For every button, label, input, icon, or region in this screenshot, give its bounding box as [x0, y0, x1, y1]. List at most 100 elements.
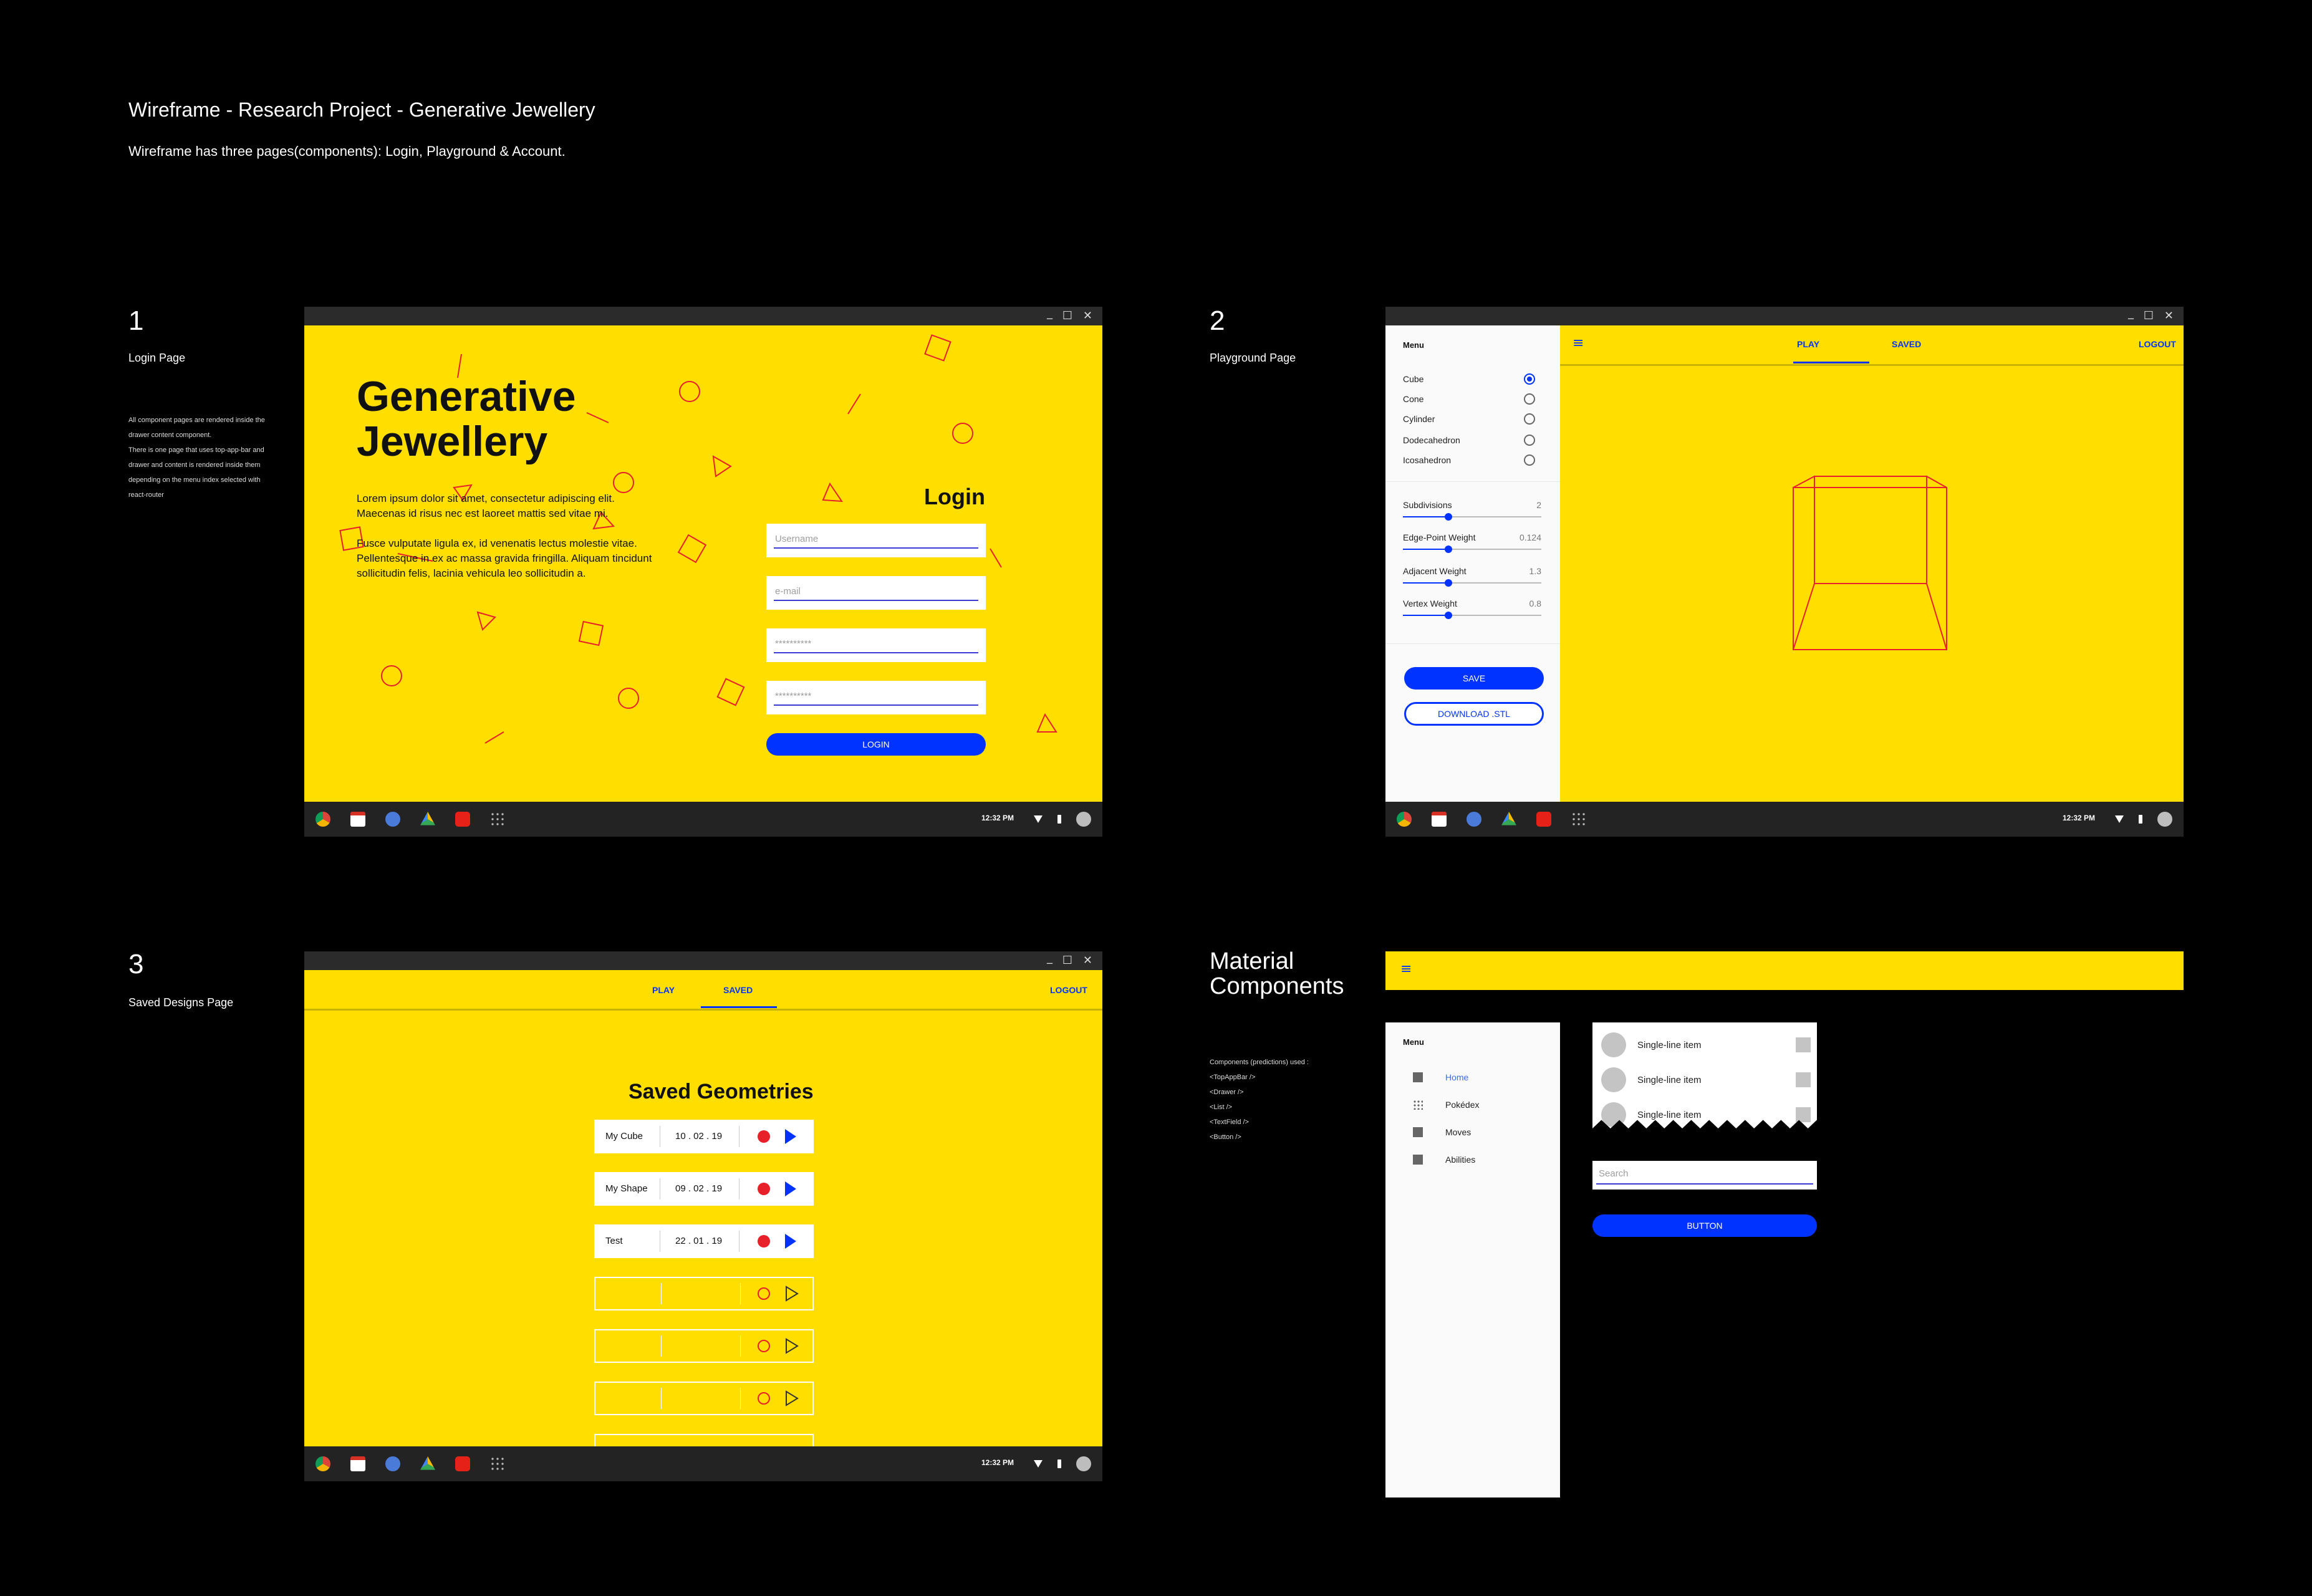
gmail-icon[interactable] — [1432, 812, 1447, 827]
play-icon[interactable] — [785, 1129, 796, 1144]
drawer-item-pokedex[interactable]: Pokédex — [1385, 1092, 1560, 1117]
slider-knob[interactable] — [1445, 546, 1453, 553]
empty-row[interactable] — [594, 1329, 814, 1363]
password-field[interactable]: ********** — [766, 628, 986, 662]
list-item[interactable]: Single-line item — [1592, 1065, 1817, 1095]
list-item[interactable]: Single-line item — [1592, 1100, 1817, 1128]
record-outline-icon[interactable] — [758, 1340, 770, 1352]
list-item-label: Single-line item — [1637, 1110, 1702, 1120]
email-field[interactable]: e-mail — [766, 576, 986, 610]
slider-knob[interactable] — [1445, 579, 1453, 587]
logout-link[interactable]: LOGOUT — [1050, 985, 1087, 995]
search-app-icon[interactable] — [1467, 812, 1481, 827]
drive-icon[interactable] — [420, 1456, 435, 1470]
radio[interactable] — [1524, 413, 1535, 425]
search-field[interactable]: Search — [1592, 1161, 1817, 1190]
slider-track[interactable] — [1403, 546, 1541, 553]
slider-knob[interactable] — [1445, 612, 1453, 619]
drawer-item-moves[interactable]: Moves — [1385, 1120, 1560, 1145]
search-app-icon[interactable] — [385, 812, 400, 827]
tab-play[interactable]: PLAY — [652, 985, 675, 995]
password-confirm-field[interactable]: ********** — [766, 681, 986, 714]
slider-track[interactable] — [1403, 612, 1541, 619]
tab-play[interactable]: PLAY — [1797, 339, 1819, 349]
shape-item-icosahedron[interactable]: Icosahedron — [1385, 450, 1560, 470]
close-icon[interactable]: ✕ — [2164, 308, 2174, 324]
minimize-icon[interactable]: _ — [2128, 307, 2134, 322]
username-field[interactable]: Username — [766, 524, 986, 557]
close-icon[interactable]: ✕ — [1083, 953, 1092, 969]
record-icon[interactable] — [758, 1130, 770, 1143]
avatar[interactable] — [1076, 1456, 1091, 1471]
maximize-icon[interactable]: ☐ — [1062, 953, 1072, 969]
shape-item-cylinder[interactable]: Cylinder — [1385, 409, 1560, 429]
app-launcher-icon[interactable] — [490, 812, 505, 827]
shape-item-cone[interactable]: Cone — [1385, 389, 1560, 409]
hero-title-line: Generative — [357, 373, 576, 420]
drive-icon[interactable] — [420, 812, 435, 825]
chrome-icon[interactable] — [315, 1456, 330, 1471]
material-button[interactable]: BUTTON — [1592, 1214, 1817, 1237]
tab-saved[interactable]: SAVED — [723, 985, 753, 995]
wifi-icon[interactable] — [1034, 815, 1043, 823]
youtube-icon[interactable] — [455, 1456, 470, 1471]
app-launcher-icon[interactable] — [490, 1456, 505, 1471]
saved-row[interactable]: Test 22 . 01 . 19 — [594, 1224, 814, 1258]
empty-row[interactable] — [594, 1382, 814, 1415]
battery-icon[interactable] — [2139, 815, 2142, 824]
youtube-icon[interactable] — [1536, 812, 1551, 827]
gmail-icon[interactable] — [350, 1456, 365, 1471]
wifi-icon[interactable] — [2115, 815, 2124, 823]
checkbox-icon[interactable] — [1796, 1072, 1811, 1087]
saved-row[interactable]: My Cube 10 . 02 . 19 — [594, 1120, 814, 1153]
avatar[interactable] — [2157, 812, 2172, 827]
shape-item-dodecahedron[interactable]: Dodecahedron — [1385, 430, 1560, 450]
menu-icon[interactable]: ≡ — [1573, 335, 1584, 351]
avatar[interactable] — [1076, 812, 1091, 827]
download-stl-button[interactable]: DOWNLOAD .STL — [1404, 702, 1544, 726]
slider-track[interactable] — [1403, 579, 1541, 587]
app-launcher-icon[interactable] — [1571, 812, 1586, 827]
list-item[interactable]: Single-line item — [1592, 1030, 1817, 1060]
drawer-item-home[interactable]: Home — [1385, 1065, 1560, 1090]
menu-icon[interactable]: ≡ — [1400, 961, 1412, 977]
play-icon[interactable] — [785, 1181, 796, 1196]
record-outline-icon[interactable] — [758, 1287, 770, 1300]
play-outline-icon[interactable] — [785, 1286, 799, 1302]
play-outline-icon[interactable] — [785, 1338, 799, 1354]
slider-track[interactable] — [1403, 513, 1541, 521]
material-label-line: Material — [1210, 948, 1294, 974]
radio-selected[interactable] — [1524, 373, 1535, 385]
radio[interactable] — [1524, 454, 1535, 466]
minimize-icon[interactable]: _ — [1047, 951, 1052, 966]
record-icon[interactable] — [758, 1183, 770, 1195]
search-app-icon[interactable] — [385, 1456, 400, 1471]
play-outline-icon[interactable] — [785, 1390, 799, 1406]
youtube-icon[interactable] — [455, 812, 470, 827]
battery-icon[interactable] — [1057, 1459, 1061, 1468]
saved-row[interactable]: My Shape 09 . 02 . 19 — [594, 1172, 814, 1206]
slider-knob[interactable] — [1445, 513, 1453, 521]
drive-icon[interactable] — [1501, 812, 1516, 825]
chrome-icon[interactable] — [315, 812, 330, 827]
checkbox-icon[interactable] — [1796, 1107, 1811, 1122]
radio[interactable] — [1524, 393, 1535, 405]
login-button[interactable]: LOGIN — [766, 733, 986, 756]
play-icon[interactable] — [785, 1234, 796, 1249]
maximize-icon[interactable]: ☐ — [2144, 308, 2154, 324]
wifi-icon[interactable] — [1034, 1460, 1043, 1468]
gmail-icon[interactable] — [350, 812, 365, 827]
checkbox-icon[interactable] — [1796, 1037, 1811, 1052]
empty-row[interactable] — [594, 1277, 814, 1310]
record-icon[interactable] — [758, 1235, 770, 1247]
save-button[interactable]: SAVE — [1404, 667, 1544, 690]
battery-icon[interactable] — [1057, 815, 1061, 824]
tab-saved[interactable]: SAVED — [1892, 339, 1921, 349]
username-placeholder: Username — [775, 534, 819, 544]
radio[interactable] — [1524, 435, 1535, 446]
drawer-item-abilities[interactable]: Abilities — [1385, 1147, 1560, 1172]
record-outline-icon[interactable] — [758, 1392, 770, 1405]
chrome-icon[interactable] — [1397, 812, 1412, 827]
shape-item-cube[interactable]: Cube — [1385, 369, 1560, 389]
logout-link[interactable]: LOGOUT — [2139, 339, 2176, 349]
